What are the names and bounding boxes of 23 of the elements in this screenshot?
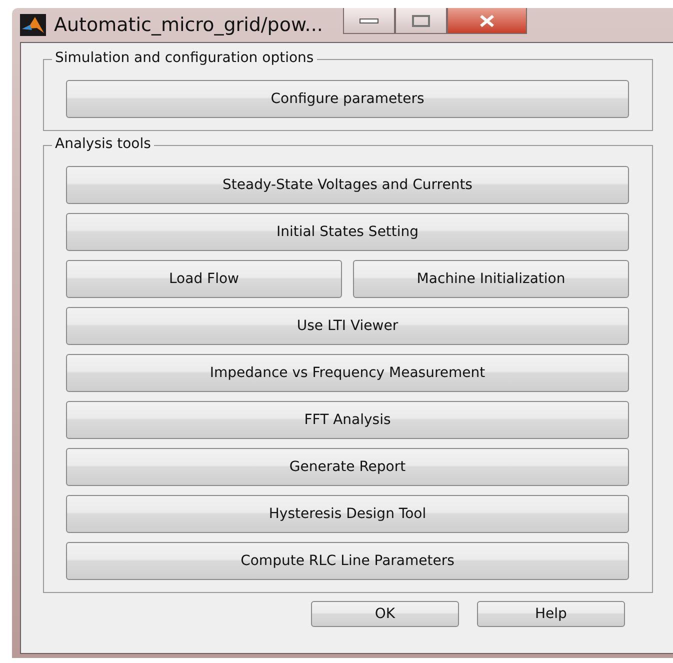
tool-button[interactable]: Compute RLC Line Parameters bbox=[66, 542, 629, 580]
tool-button[interactable]: Hysteresis Design Tool bbox=[66, 495, 629, 533]
help-button[interactable]: Help bbox=[477, 601, 625, 627]
tool-button[interactable]: Impedance vs Frequency Measurement bbox=[66, 354, 629, 392]
maximize-button[interactable] bbox=[394, 8, 447, 34]
group-title: Analysis tools bbox=[52, 136, 154, 152]
close-button[interactable] bbox=[446, 8, 527, 34]
app-logo-icon bbox=[20, 14, 46, 36]
ok-button[interactable]: OK bbox=[311, 601, 459, 627]
close-icon bbox=[478, 14, 496, 28]
tool-button[interactable]: Load Flow bbox=[66, 260, 342, 298]
group-title: Simulation and configuration options bbox=[52, 50, 317, 66]
minimize-button[interactable] bbox=[342, 8, 395, 34]
tool-button[interactable]: Configure parameters bbox=[66, 80, 629, 118]
tool-button[interactable]: Generate Report bbox=[66, 448, 629, 486]
tool-button[interactable]: FFT Analysis bbox=[66, 401, 629, 439]
tool-button[interactable]: Use LTI Viewer bbox=[66, 307, 629, 345]
minimize-icon bbox=[358, 18, 379, 24]
window-title: Automatic_micro_grid/pow... bbox=[54, 14, 323, 36]
tool-button[interactable]: Initial States Setting bbox=[66, 213, 629, 251]
tool-button[interactable]: Machine Initialization bbox=[353, 260, 629, 298]
maximize-icon bbox=[412, 14, 430, 26]
tool-button[interactable]: Steady-State Voltages and Currents bbox=[66, 166, 629, 204]
